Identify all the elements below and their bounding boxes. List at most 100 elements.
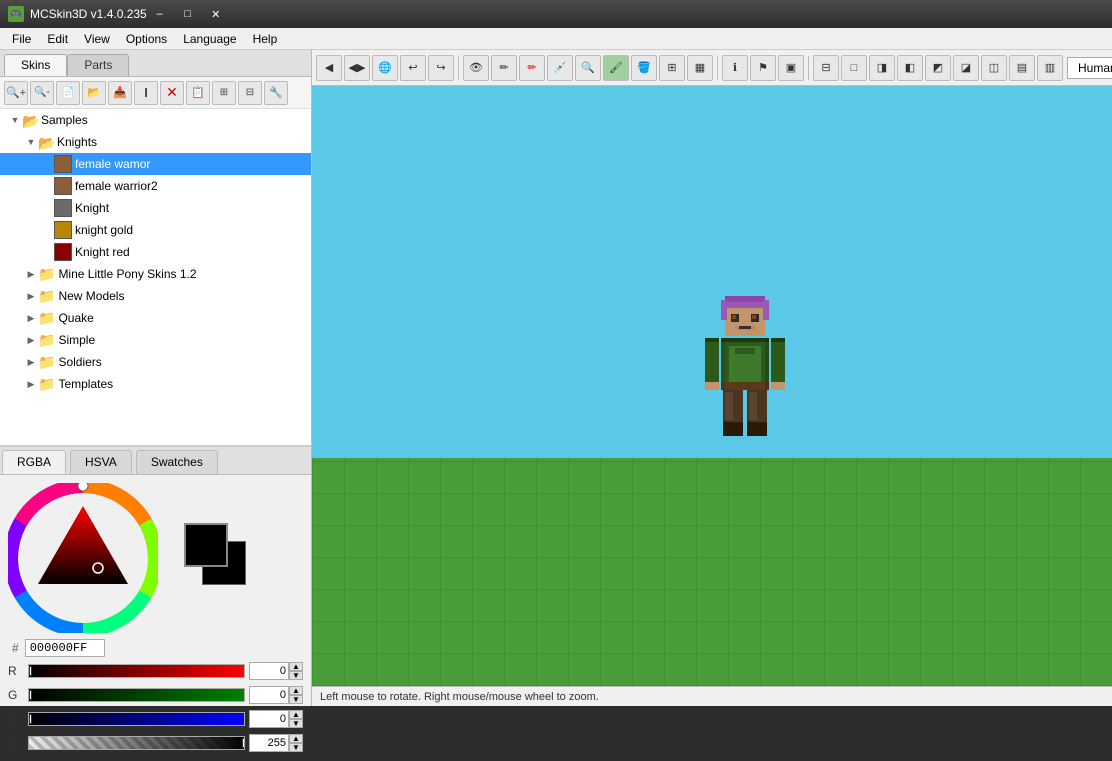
label-soldiers: Soldiers <box>58 355 101 369</box>
r-up[interactable]: ▲ <box>289 662 303 671</box>
g-value-input[interactable] <box>249 686 289 704</box>
toggle-pony[interactable]: ▶ <box>24 267 38 281</box>
toggle-quake[interactable]: ▶ <box>24 311 38 325</box>
open-skin-button[interactable]: 📂 <box>82 81 106 105</box>
undo-button[interactable]: ↩ <box>400 55 426 81</box>
toggle-button[interactable]: ◧ <box>897 55 923 81</box>
btn-d[interactable]: ▤ <box>1009 55 1035 81</box>
btn-c[interactable]: ◫ <box>981 55 1007 81</box>
toggle-soldiers[interactable]: ▶ <box>24 355 38 369</box>
tree-item-soldiers[interactable]: ▶ 📁 Soldiers <box>0 351 311 373</box>
tree-item-knight-red[interactable]: Knight red <box>0 241 311 263</box>
g-slider-track[interactable] <box>28 688 245 702</box>
tree-item-knights[interactable]: ▼ 📂 Knights <box>0 131 311 153</box>
b-up[interactable]: ▲ <box>289 710 303 719</box>
tree-item-quake[interactable]: ▶ 📁 Quake <box>0 307 311 329</box>
r-slider-row: R ▲ ▼ <box>8 661 303 681</box>
a-value-input[interactable] <box>249 734 289 752</box>
menu-file[interactable]: File <box>4 30 39 48</box>
checker-button[interactable]: ▦ <box>687 55 713 81</box>
btn-a[interactable]: ◩ <box>925 55 951 81</box>
minimize-button[interactable]: – <box>147 4 173 24</box>
label-knights: Knights <box>57 135 97 149</box>
app-icon: 🎮 <box>8 6 24 22</box>
tree-item-pony[interactable]: ▶ 📁 Mine Little Pony Skins 1.2 <box>0 263 311 285</box>
delete-button[interactable]: ✕ <box>160 81 184 105</box>
toggle-knights[interactable]: ▼ <box>24 135 38 149</box>
close-button[interactable]: ✕ <box>203 4 229 24</box>
canvas-area[interactable]: ⤢ ↑ <box>312 86 1112 686</box>
toggle-simple[interactable]: ▶ <box>24 333 38 347</box>
r-value-input[interactable] <box>249 662 289 680</box>
tree-item-new-models[interactable]: ▶ 📁 New Models <box>0 285 311 307</box>
grid2-button[interactable]: ⊟ <box>238 81 262 105</box>
rename-button[interactable]: I <box>134 81 158 105</box>
btn-b[interactable]: ◪ <box>953 55 979 81</box>
r-slider-track[interactable] <box>28 664 245 678</box>
eraser-button[interactable]: ✏ <box>519 55 545 81</box>
toggle-new-models[interactable]: ▶ <box>24 289 38 303</box>
new-skin-button[interactable]: 📄 <box>56 81 80 105</box>
settings-button[interactable]: 🔧 <box>264 81 288 105</box>
toggle-templates[interactable]: ▶ <box>24 377 38 391</box>
b-value-input[interactable] <box>249 710 289 728</box>
clone-button[interactable]: 📋 <box>186 81 210 105</box>
zoom-out-button[interactable]: 🔍- <box>30 81 54 105</box>
color-wheel-row <box>8 483 303 633</box>
layers-button[interactable]: ▣ <box>778 55 804 81</box>
tree-item-samples[interactable]: ▼ 📂 Samples <box>0 109 311 131</box>
b-slider-track[interactable] <box>28 712 245 726</box>
tree-item-templates[interactable]: ▶ 📁 Templates <box>0 373 311 395</box>
skin-3d-button[interactable]: ◨ <box>869 55 895 81</box>
menu-help[interactable]: Help <box>245 30 286 48</box>
b-down[interactable]: ▼ <box>289 719 303 728</box>
skin-2d-button[interactable]: □ <box>841 55 867 81</box>
tree-item-simple[interactable]: ▶ 📁 Simple <box>0 329 311 351</box>
next-button[interactable]: ◀▶ <box>344 55 370 81</box>
menu-language[interactable]: Language <box>175 30 244 48</box>
prev-button[interactable]: ◀ <box>316 55 342 81</box>
pencil-button[interactable]: ✏ <box>491 55 517 81</box>
info-button[interactable]: ℹ <box>722 55 748 81</box>
tab-skins[interactable]: Skins <box>4 54 67 76</box>
foreground-swatch[interactable] <box>184 523 228 567</box>
menu-edit[interactable]: Edit <box>39 30 76 48</box>
redo-button[interactable]: ↪ <box>428 55 454 81</box>
color-wheel[interactable] <box>8 483 158 633</box>
fill-button[interactable]: 🪣 <box>631 55 657 81</box>
g-down[interactable]: ▼ <box>289 695 303 704</box>
tab-parts[interactable]: Parts <box>67 54 129 76</box>
tree-item-knight[interactable]: Knight <box>0 197 311 219</box>
magnify-button[interactable]: 🔍 <box>575 55 601 81</box>
zoom-in-button[interactable]: 🔍+ <box>4 81 28 105</box>
toggle-samples[interactable]: ▼ <box>8 113 22 127</box>
fg-bg-swatches <box>184 523 254 593</box>
eye-button[interactable]: 👁 <box>463 55 489 81</box>
a-up[interactable]: ▲ <box>289 734 303 743</box>
grid-button[interactable]: ⊞ <box>659 55 685 81</box>
model-select[interactable]: Human Alex Zombie <box>1067 57 1112 79</box>
dropper-button[interactable]: 💉 <box>547 55 573 81</box>
import-button[interactable]: 📥 <box>108 81 132 105</box>
brush-button[interactable]: 🖌 <box>603 55 629 81</box>
tree-item-female-warrior2[interactable]: female warrior2 <box>0 175 311 197</box>
grid1-button[interactable]: ⊞ <box>212 81 236 105</box>
flag-button[interactable]: ⚑ <box>750 55 776 81</box>
color-tab-rgba[interactable]: RGBA <box>2 450 66 474</box>
tree-item-knight-gold[interactable]: knight gold <box>0 219 311 241</box>
a-slider-track[interactable] <box>28 736 245 750</box>
color-tab-hsva[interactable]: HSVA <box>70 450 132 474</box>
tree-item-female-warrior[interactable]: female wamor <box>0 153 311 175</box>
menu-view[interactable]: View <box>76 30 118 48</box>
layout-button[interactable]: ⊟ <box>813 55 839 81</box>
web-button[interactable]: 🌐 <box>372 55 398 81</box>
btn-e[interactable]: ▥ <box>1037 55 1063 81</box>
g-up[interactable]: ▲ <box>289 686 303 695</box>
hex-input[interactable] <box>25 639 105 657</box>
maximize-button[interactable]: □ <box>175 4 201 24</box>
r-down[interactable]: ▼ <box>289 671 303 680</box>
menu-options[interactable]: Options <box>118 30 175 48</box>
skin-tree[interactable]: ▼ 📂 Samples ▼ 📂 Knights female wamor <box>0 109 311 446</box>
a-down[interactable]: ▼ <box>289 743 303 752</box>
color-tab-swatches[interactable]: Swatches <box>136 450 218 474</box>
